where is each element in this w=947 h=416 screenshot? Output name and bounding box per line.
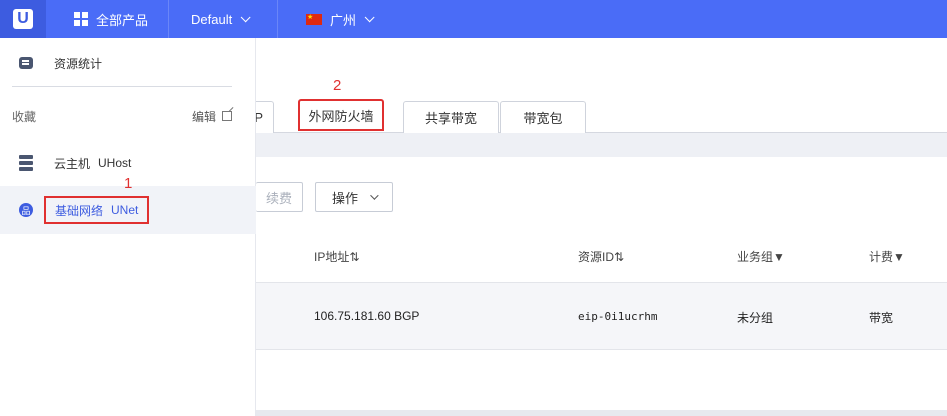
resource-stats-item[interactable]: 资源统计 (0, 52, 256, 74)
cell-resource-id[interactable]: eip-0i1ucrhm (578, 310, 657, 323)
edit-favorites-button[interactable]: 编辑 (192, 108, 232, 125)
tab-bandwidth-package[interactable]: 带宽包 (500, 101, 586, 133)
tab-firewall[interactable]: 外网防火墙 (298, 99, 384, 131)
stats-icon (18, 55, 34, 71)
tab-bandwidth-package-label: 带宽包 (523, 111, 563, 126)
tabs-divider (256, 132, 947, 133)
unet-product: UNet (111, 203, 139, 217)
cell-group: 未分组 (737, 311, 774, 325)
unet-highlight[interactable]: 基础网络 UNet (44, 196, 150, 224)
project-label: Default (191, 11, 233, 27)
region-label: 广州 (330, 12, 357, 28)
tab-content-band (256, 133, 947, 157)
unet-name: 基础网络 (55, 203, 104, 218)
china-flag-icon (306, 13, 322, 25)
column-header-billing[interactable]: 计费▼ (869, 248, 905, 265)
annotation-1: 1 (124, 175, 133, 192)
product-side-panel: 资源统计 收藏 编辑 云主机 UHost 品 基础网络 UNet (0, 38, 256, 416)
renew-button[interactable]: 续费 (256, 182, 303, 212)
operations-dropdown[interactable]: 操作 (315, 182, 393, 212)
cell-ip: 106.75.181.60 BGP (314, 309, 420, 323)
column-header-ip[interactable]: IP地址⇅ (314, 248, 359, 265)
column-header-resource-id[interactable]: 资源ID⇅ (578, 248, 624, 265)
top-navigation-bar: U 全部产品 Default 广州 (0, 0, 947, 38)
edit-icon (222, 111, 232, 121)
chevron-down-icon (370, 191, 379, 200)
favorites-label: 收藏 (12, 109, 37, 124)
resource-stats-label: 资源统计 (54, 56, 103, 71)
all-products-menu[interactable]: 全部产品 (46, 0, 169, 38)
main-content (256, 38, 947, 416)
sidebar-item-uhost[interactable]: 云主机 UHost (0, 152, 256, 174)
chevron-down-icon (364, 11, 375, 22)
uhost-product: UHost (98, 156, 132, 170)
edit-label: 编辑 (191, 109, 216, 124)
logo[interactable]: U (0, 0, 46, 38)
sidebar-item-unet[interactable]: 品 基础网络 UNet (0, 186, 256, 234)
bottom-divider (256, 410, 947, 416)
cell-billing: 带宽 (869, 311, 894, 325)
renew-label: 续费 (265, 190, 292, 206)
server-icon (18, 155, 34, 171)
annotation-2: 2 (333, 77, 342, 94)
chevron-down-icon (240, 11, 251, 22)
side-divider (12, 86, 232, 87)
tab-shared-bandwidth[interactable]: 共享带宽 (403, 101, 499, 133)
project-selector[interactable]: Default (169, 0, 278, 38)
all-products-label: 全部产品 (96, 12, 149, 28)
operations-label: 操作 (331, 190, 358, 206)
tab-shared-bandwidth-label: 共享带宽 (424, 111, 477, 126)
logo-mark: U (13, 9, 33, 29)
network-icon: 品 (18, 202, 34, 218)
region-selector[interactable]: 广州 (278, 0, 375, 38)
column-header-group[interactable]: 业务组▼ (737, 248, 785, 265)
uhost-name: 云主机 (54, 156, 91, 171)
tab-firewall-label: 外网防火墙 (308, 108, 374, 124)
grid-icon (74, 12, 88, 26)
favorites-header: 收藏 编辑 (0, 106, 256, 126)
